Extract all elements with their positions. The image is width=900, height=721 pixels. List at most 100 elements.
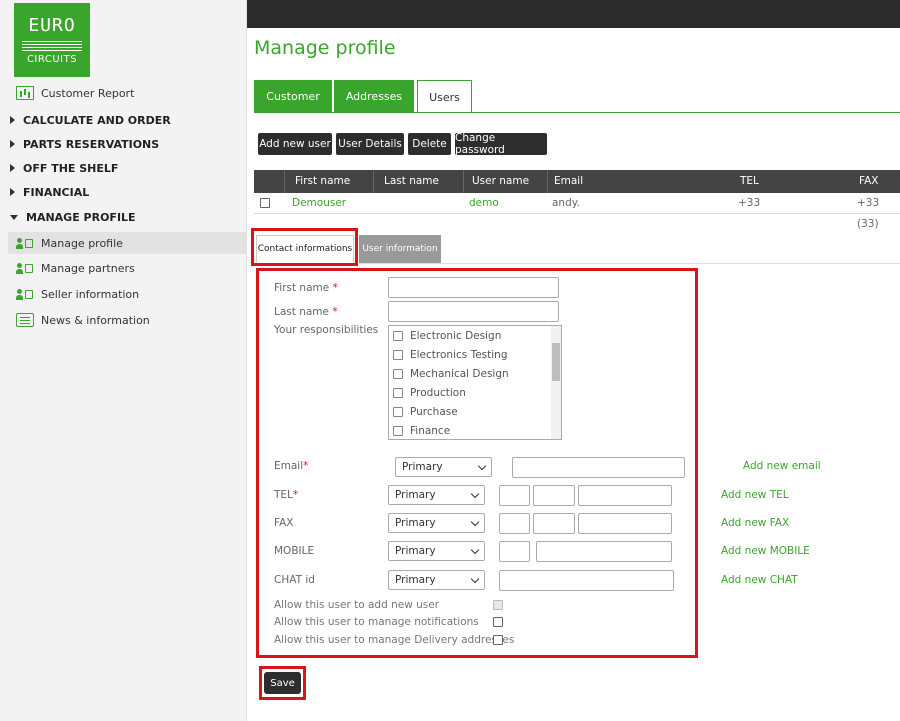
add-new-mobile-link[interactable]: Add new MOBILE — [721, 545, 810, 557]
responsibility-option[interactable]: Electronic Design — [393, 326, 501, 345]
mobile-type-select[interactable]: Primary — [388, 541, 485, 561]
logo-stripes — [22, 41, 82, 53]
add-new-fax-link[interactable]: Add new FAX — [721, 517, 789, 529]
sidebar-group-parts-reservations[interactable]: PARTS RESERVATIONS — [0, 133, 247, 155]
sidebar-item-customer-report[interactable]: Customer Report — [0, 82, 247, 104]
highlight-contact-tab — [251, 228, 358, 266]
tab-underline — [254, 112, 900, 113]
chat-id-label: CHAT id — [274, 574, 315, 586]
perm-add-user-checkbox[interactable] — [493, 600, 503, 610]
cell-first-name[interactable]: Demouser — [292, 193, 346, 214]
column-header-email[interactable]: Email — [547, 170, 727, 193]
sidebar-item-news-information[interactable]: News & information — [0, 309, 247, 331]
table-row[interactable]: Demouser demo andy. +33 +33 (33) — [254, 193, 900, 230]
tab-users[interactable]: Users — [417, 80, 472, 113]
cell-tel: +33 — [738, 197, 761, 209]
perm-add-user-label: Allow this user to add new user — [274, 599, 440, 611]
checkbox[interactable] — [393, 330, 403, 341]
fax-number-input[interactable] — [578, 513, 672, 534]
add-new-tel-link[interactable]: Add new TEL — [721, 489, 789, 501]
tel-area-code-input[interactable] — [533, 485, 575, 506]
sidebar-group-label: FINANCIAL — [23, 185, 90, 199]
sidebar-item-seller-information[interactable]: Seller information — [0, 283, 247, 305]
fax-country-code-input[interactable] — [499, 513, 530, 534]
responsibility-option[interactable]: Finance — [393, 421, 450, 439]
change-password-button[interactable]: Change password — [455, 132, 547, 156]
sidebar: EURO CIRCUITS Customer Report CALCULATE … — [0, 0, 247, 721]
email-input[interactable] — [512, 457, 685, 478]
sidebar-group-label: PARTS RESERVATIONS — [23, 137, 160, 151]
mobile-label: MOBILE — [274, 545, 315, 557]
mobile-number-input[interactable] — [536, 541, 672, 562]
tab-addresses[interactable]: Addresses — [334, 80, 414, 112]
responsibility-option[interactable]: Purchase — [393, 402, 458, 421]
responsibility-option[interactable]: Electronics Testing — [393, 345, 507, 364]
responsibilities-list[interactable]: Electronic Design Electronics Testing Me… — [388, 325, 562, 440]
fax-label: FAX — [274, 517, 294, 529]
fax-type-select[interactable]: Primary — [388, 513, 485, 533]
tel-type-select[interactable]: Primary — [388, 485, 485, 505]
checkbox[interactable] — [393, 406, 403, 417]
first-name-label: First name * — [274, 282, 338, 294]
column-header-user-name[interactable]: User name — [463, 170, 548, 193]
sidebar-group-calculate-and-order[interactable]: CALCULATE AND ORDER — [0, 109, 247, 131]
chevron-right-icon — [10, 164, 15, 172]
chevron-down-icon — [470, 489, 480, 499]
sidebar-item-label: Seller information — [41, 287, 140, 301]
save-button[interactable]: Save — [264, 672, 301, 694]
column-header-tel[interactable]: TEL — [740, 170, 780, 193]
checkbox[interactable] — [393, 368, 403, 379]
scrollbar-thumb[interactable] — [552, 343, 560, 381]
delete-button[interactable]: Delete — [408, 133, 451, 155]
sidebar-item-label: Customer Report — [41, 86, 135, 100]
column-header-fax[interactable]: FAX — [859, 170, 899, 193]
last-name-input[interactable] — [388, 301, 559, 322]
sidebar-item-label: Manage profile — [41, 236, 123, 250]
cell-email: andy. — [552, 197, 580, 209]
sidebar-group-manage-profile[interactable]: MANAGE PROFILE — [0, 206, 247, 228]
responsibility-option[interactable]: Mechanical Design — [393, 364, 509, 383]
cell-user-name[interactable]: demo — [469, 193, 499, 214]
chevron-down-icon — [477, 461, 487, 471]
add-new-chat-link[interactable]: Add new CHAT — [721, 574, 798, 586]
perm-delivery-checkbox[interactable] — [493, 635, 503, 645]
row-checkbox[interactable] — [260, 193, 274, 214]
tel-label: TEL* — [274, 489, 299, 501]
responsibilities-label: Your responsibilities — [274, 324, 379, 336]
fax-area-code-input[interactable] — [533, 513, 575, 534]
logo-line2: CIRCUITS — [26, 54, 78, 65]
add-new-user-button[interactable]: Add new user — [258, 133, 332, 155]
sidebar-group-off-the-shelf[interactable]: OFF THE SHELF — [0, 157, 247, 179]
news-icon — [16, 313, 34, 327]
add-new-email-link[interactable]: Add new email — [743, 460, 821, 472]
checkbox[interactable] — [393, 387, 403, 398]
sidebar-group-financial[interactable]: FINANCIAL — [0, 181, 247, 203]
checkbox[interactable] — [393, 349, 403, 360]
chat-type-select[interactable]: Primary — [388, 570, 485, 590]
mobile-country-code-input[interactable] — [499, 541, 530, 562]
chat-id-input[interactable] — [499, 570, 674, 591]
tel-country-code-input[interactable] — [499, 485, 530, 506]
first-name-input[interactable] — [388, 277, 559, 298]
tel-number-input[interactable] — [578, 485, 672, 506]
email-type-select[interactable]: Primary — [395, 457, 492, 477]
chevron-right-icon — [10, 188, 15, 196]
perm-notifications-checkbox[interactable] — [493, 617, 503, 627]
checkbox[interactable] — [393, 425, 403, 436]
tab-user-information[interactable]: User information — [359, 235, 441, 263]
sidebar-item-manage-profile[interactable]: Manage profile — [8, 232, 247, 254]
scrollbar[interactable] — [551, 326, 561, 439]
email-label: Email* — [274, 460, 309, 472]
user-details-button[interactable]: User Details — [336, 133, 404, 155]
chevron-down-icon — [470, 545, 480, 555]
eurocircuits-logo[interactable]: EURO CIRCUITS — [14, 3, 90, 77]
responsibility-option[interactable]: Production — [393, 383, 466, 402]
column-header-first-name[interactable]: First name — [284, 170, 372, 193]
seller-icon — [16, 287, 34, 301]
column-header-last-name[interactable]: Last name — [373, 170, 468, 193]
perm-delivery-label: Allow this user to manage Delivery addre… — [274, 634, 515, 646]
last-name-label: Last name * — [274, 306, 338, 318]
tab-customer[interactable]: Customer — [254, 80, 332, 112]
logo-line1: EURO — [28, 15, 76, 36]
sidebar-item-manage-partners[interactable]: Manage partners — [0, 257, 247, 279]
